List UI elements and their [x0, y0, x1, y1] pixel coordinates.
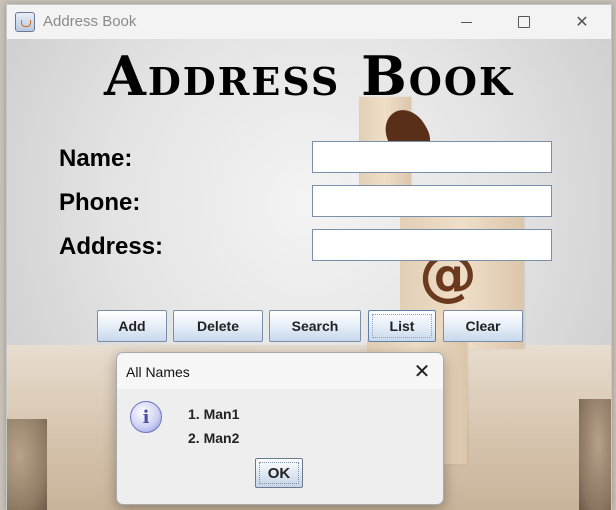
dialog-close-button[interactable]: ✕	[405, 357, 439, 385]
page-title: Address Book	[103, 44, 515, 108]
phone-label: Phone:	[59, 189, 141, 216]
address-label: Address:	[59, 233, 164, 260]
title-bar[interactable]: Address Book ✕	[7, 5, 611, 39]
background-stone	[579, 399, 611, 510]
name-field[interactable]	[312, 141, 552, 173]
search-button[interactable]: Search	[269, 310, 361, 342]
maximize-button[interactable]	[501, 5, 547, 39]
minimize-icon	[460, 21, 472, 23]
close-icon: ✕	[575, 14, 589, 31]
list-item: 2. Man2	[188, 430, 240, 446]
dialog-title: All Names	[126, 364, 190, 380]
window-title: Address Book	[43, 13, 137, 30]
java-cup-icon	[15, 12, 35, 32]
maximize-icon	[518, 16, 530, 28]
list-item: 1. Man1	[188, 406, 240, 422]
delete-button[interactable]: Delete	[173, 310, 263, 342]
dialog-title-bar[interactable]: All Names ✕	[117, 353, 443, 389]
close-icon: ✕	[413, 360, 431, 383]
close-button[interactable]: ✕	[559, 5, 605, 39]
clear-button[interactable]: Clear	[443, 310, 523, 342]
ok-button[interactable]: OK	[255, 458, 303, 488]
all-names-dialog: All Names ✕ i 1. Man1 2. Man2 OK	[116, 352, 444, 505]
list-button[interactable]: List	[368, 310, 436, 342]
add-button[interactable]: Add	[97, 310, 167, 342]
name-label: Name:	[59, 145, 133, 172]
background-stone	[7, 419, 47, 510]
phone-field[interactable]	[312, 185, 552, 217]
minimize-button[interactable]	[443, 5, 489, 39]
address-field[interactable]	[312, 229, 552, 261]
info-icon: i	[130, 401, 162, 433]
